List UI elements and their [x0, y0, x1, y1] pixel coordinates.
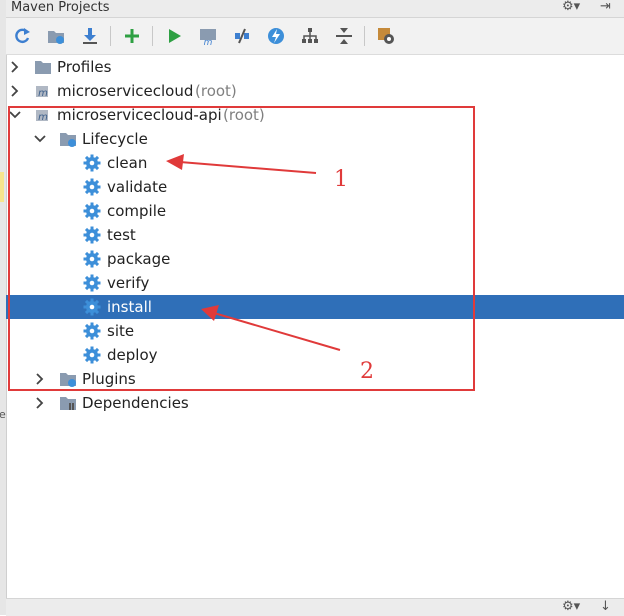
tree-item-label: Dependencies	[82, 394, 189, 412]
run-icon[interactable]	[162, 24, 186, 48]
chevron-right-icon[interactable]	[8, 60, 22, 74]
download-sources-icon[interactable]	[78, 24, 102, 48]
generate-sources-icon[interactable]	[44, 24, 68, 48]
maven-settings-icon[interactable]	[374, 24, 398, 48]
tree-item-label: microservicecloud	[57, 82, 194, 100]
chevron-right-icon[interactable]	[33, 396, 47, 410]
panel-title: Maven Projects	[11, 0, 110, 15]
bottom-settings-button[interactable]: ⚙▾	[562, 599, 580, 614]
folder-icon	[35, 61, 51, 74]
toggle-offline-icon[interactable]	[230, 24, 254, 48]
gutter-marker	[0, 172, 4, 202]
tree-item-microservicecloud[interactable]: m microservicecloud (root)	[6, 79, 624, 103]
dependencies-folder-icon	[60, 397, 76, 410]
execute-goal-icon[interactable]: m	[196, 24, 220, 48]
toolbar-separator	[364, 26, 365, 46]
tree-item-label: Profiles	[57, 58, 112, 76]
annotation-label-2: 2	[360, 359, 374, 384]
panel-hide-button[interactable]: ⇥	[600, 0, 611, 14]
show-dependencies-icon[interactable]	[298, 24, 322, 48]
bottom-hide-button[interactable]: ↓	[600, 599, 611, 614]
svg-text:m: m	[204, 38, 213, 46]
chevron-right-icon[interactable]	[8, 84, 22, 98]
add-project-icon[interactable]	[120, 24, 144, 48]
gutter-letter: e	[0, 408, 6, 421]
toolbar-separator	[152, 26, 153, 46]
skip-tests-icon[interactable]	[264, 24, 288, 48]
panel-settings-button[interactable]: ⚙▾	[562, 0, 580, 14]
annotation-label-1: 1	[334, 167, 348, 192]
collapse-all-icon[interactable]	[332, 24, 356, 48]
root-suffix: (root)	[195, 82, 237, 100]
annotation-highlight-box	[8, 106, 475, 391]
panel-bottom-bar: ⚙▾ ↓	[6, 598, 624, 616]
tree-item-profiles[interactable]: Profiles	[6, 55, 624, 79]
toolbar-separator	[110, 26, 111, 46]
maven-module-icon: m	[36, 86, 48, 99]
toolbar: m	[6, 18, 624, 55]
panel-title-bar: Maven Projects ⚙▾ ⇥	[6, 0, 624, 18]
svg-text:m: m	[38, 88, 48, 99]
tree-item-dependencies[interactable]: Dependencies	[6, 391, 624, 415]
reimport-icon[interactable]	[10, 24, 34, 48]
